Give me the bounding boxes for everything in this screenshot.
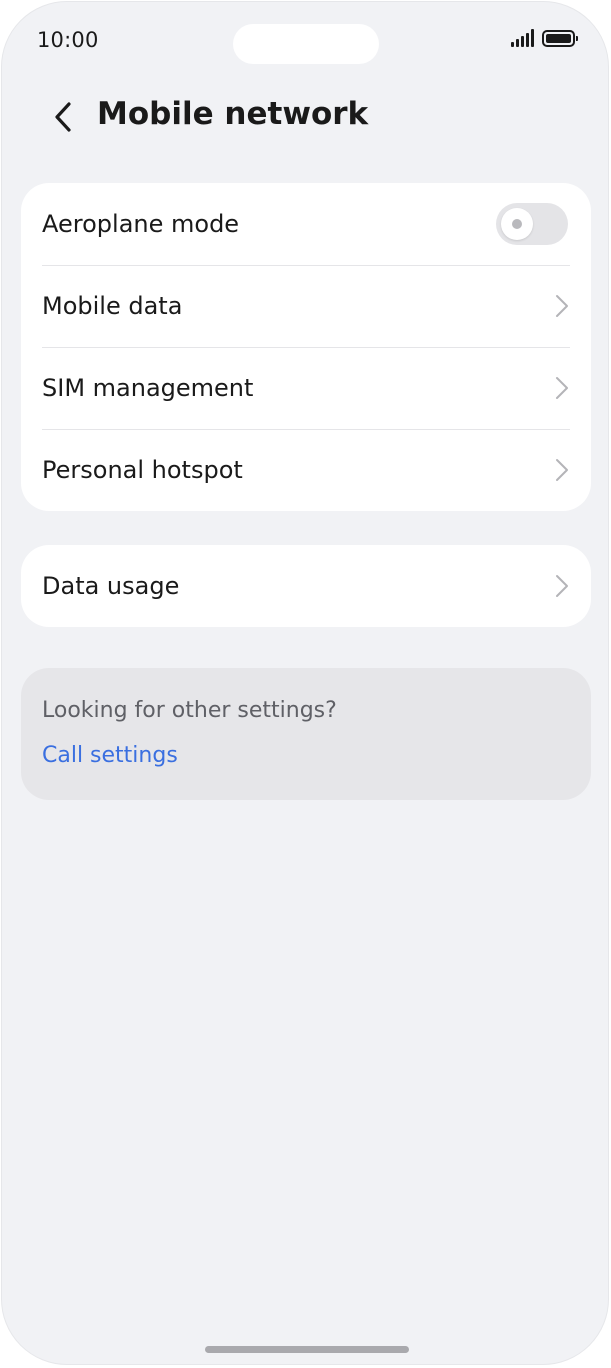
settings-group: Aeroplane mode Mobile data SIM managemen… bbox=[21, 183, 591, 511]
setting-label: Personal hotspot bbox=[42, 456, 243, 484]
page-title: Mobile network bbox=[97, 96, 369, 132]
chevron-right-icon bbox=[556, 377, 568, 399]
setting-label: Data usage bbox=[42, 572, 180, 600]
setting-label: Aeroplane mode bbox=[42, 210, 240, 238]
chevron-right-icon bbox=[556, 575, 568, 597]
status-time: 10:00 bbox=[37, 28, 99, 52]
signal-icon bbox=[511, 29, 534, 47]
setting-row-data-usage[interactable]: Data usage bbox=[21, 545, 591, 627]
home-indicator[interactable] bbox=[205, 1346, 409, 1353]
camera-cutout bbox=[233, 24, 379, 64]
status-icons bbox=[511, 29, 578, 47]
chevron-right-icon bbox=[556, 295, 568, 317]
chevron-left-icon bbox=[55, 102, 71, 132]
battery-icon bbox=[542, 29, 578, 47]
status-bar: 10:00 bbox=[2, 2, 608, 72]
setting-row-mobile-data[interactable]: Mobile data bbox=[21, 265, 591, 347]
usage-group: Data usage bbox=[21, 545, 591, 627]
aeroplane-mode-toggle[interactable] bbox=[496, 203, 568, 245]
call-settings-link[interactable]: Call settings bbox=[42, 743, 178, 768]
suggestions-prompt: Looking for other settings? bbox=[42, 698, 337, 723]
setting-row-aeroplane-mode[interactable]: Aeroplane mode bbox=[21, 183, 591, 265]
header: Mobile network bbox=[2, 82, 608, 152]
phone-screen: 10:00 Mobile network Aeroplane mode Mobi… bbox=[1, 1, 609, 1365]
suggestions-card: Looking for other settings? Call setting… bbox=[21, 668, 591, 800]
setting-row-personal-hotspot[interactable]: Personal hotspot bbox=[21, 429, 591, 511]
chevron-right-icon bbox=[556, 459, 568, 481]
toggle-knob bbox=[501, 208, 533, 240]
setting-label: Mobile data bbox=[42, 292, 183, 320]
setting-row-sim-management[interactable]: SIM management bbox=[21, 347, 591, 429]
back-button[interactable] bbox=[38, 92, 88, 142]
setting-label: SIM management bbox=[42, 374, 254, 402]
